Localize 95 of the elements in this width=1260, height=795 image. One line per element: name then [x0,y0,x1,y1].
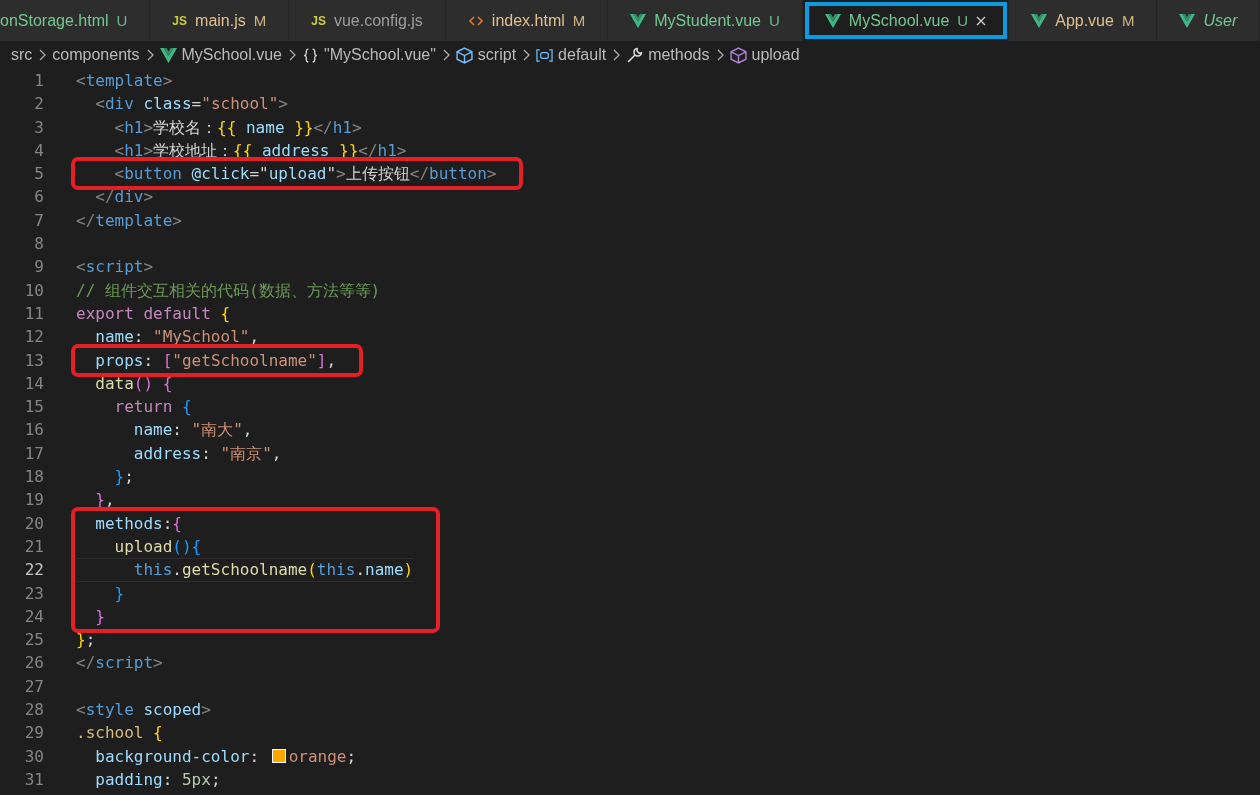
breadcrumb-item[interactable]: upload [729,46,800,64]
editor-tab[interactable]: MyStudent.vue U [608,0,803,41]
line-number: 7 [33,209,45,232]
editor-tab[interactable]: MySchool.vue U [802,0,1010,41]
editor-tab[interactable]: JS vue.config.js [289,0,446,41]
code-line: }; [76,630,96,650]
code-line: <div class="school"> [94,94,288,114]
chevron-icon [38,49,47,61]
code-line: export default { [76,303,231,323]
line-number: 27 [23,675,45,698]
editor-tab[interactable]: App.vue M [1009,0,1158,41]
chevron-icon [522,49,531,61]
code-line: background-color: orange; [94,746,357,766]
js-file-icon: JS [311,13,326,28]
line-number: 1 [33,70,45,92]
breadcrumb-item[interactable]: methods [626,46,710,64]
vue-file-icon [1179,13,1196,28]
line-number: 23 [23,582,45,605]
vue-file-icon [824,13,841,28]
js-file-icon: JS [172,13,188,28]
line-number: 17 [23,442,45,465]
line-number: 5 [33,163,45,186]
code-line: <h1>学校名：{{ name }}</h1> [113,117,362,137]
code-line: // 组件交互相关的代码(数据、方法等等) [76,280,381,300]
breadcrumb-item[interactable]: src [11,46,33,64]
code-line: <style scoped> [76,700,211,719]
breadcrumb-item[interactable]: script [455,46,517,64]
cube-icon [455,46,473,64]
braces-icon [302,46,319,64]
code-line: upload(){ [113,536,202,556]
cube-icon [729,46,747,64]
line-number: 25 [23,629,45,652]
line-number: 2 [33,93,45,116]
breadcrumb-item[interactable]: default [536,46,607,64]
breadcrumb-item[interactable]: components [52,46,140,64]
breadcrumb-item[interactable]: "MySchool.vue" [302,46,436,64]
editor-tab[interactable]: JS main.js M [150,0,290,41]
line-number: 26 [23,652,45,675]
code-line: padding: 5px; [94,769,221,789]
code-line: this.getSchoolname(this.name) [132,560,414,580]
editor-tab[interactable]: index.html M [445,0,609,41]
line-number: 21 [23,535,45,558]
line-number: 12 [23,326,45,349]
chevron-icon [441,49,450,61]
line-number: 4 [33,139,45,162]
code-line: return { [113,397,192,417]
breadcrumb-item[interactable]: MySchool.vue [159,46,282,64]
code-brackets-icon [467,13,484,28]
variable-icon [536,46,554,64]
line-number: 9 [33,256,45,279]
code-line: <template> [76,71,173,90]
code-line: } [113,583,125,603]
line-number: 15 [23,396,45,419]
code-line: </template> [76,210,182,230]
line-number: 11 [23,302,45,325]
line-number: 3 [33,116,45,139]
code-line: name: "南大", [132,420,253,440]
line-number: 19 [23,489,45,512]
line-number: 29 [23,722,45,745]
vue-file-icon [1031,13,1048,28]
line-number: 20 [23,512,45,535]
code-line: data() { [94,373,173,393]
wrench-icon [626,46,644,64]
line-number: 16 [23,419,45,442]
line-number: 22 [23,559,45,582]
vue-file-icon [159,46,177,64]
chevron-icon [145,49,154,61]
line-number: 31 [23,768,45,791]
line-number: 24 [23,605,45,628]
line-number: 8 [33,233,45,256]
editor-tab[interactable]: onStorage.html U [0,0,151,41]
code-line: methods:{ [94,513,182,533]
code-line: address: "南京", [132,443,282,463]
chevron-icon [288,49,296,61]
code-line: <button @click="upload">上传按钮</button> [113,164,497,184]
line-number: 18 [23,466,45,489]
vue-file-icon [630,13,647,28]
code-line: } [94,606,105,626]
line-number: 10 [23,279,45,302]
line-number: 6 [33,186,45,209]
code-line: <script> [76,257,154,277]
line-number: 13 [23,349,45,372]
code-line: }; [113,467,134,487]
chevron-icon [612,49,621,61]
line-number: 28 [23,699,45,721]
code-line: props: ["getSchoolname"], [94,350,337,370]
code-line: name: "MySchool", [94,327,260,347]
line-number: 14 [23,372,45,395]
code-line: </div> [94,187,154,207]
close-icon[interactable] [976,15,987,26]
chevron-icon [715,49,724,61]
code-line: </script> [76,653,163,673]
line-number: 30 [23,745,45,768]
editor-tab[interactable]: User [1157,0,1260,41]
code-line: .school { [76,723,163,743]
